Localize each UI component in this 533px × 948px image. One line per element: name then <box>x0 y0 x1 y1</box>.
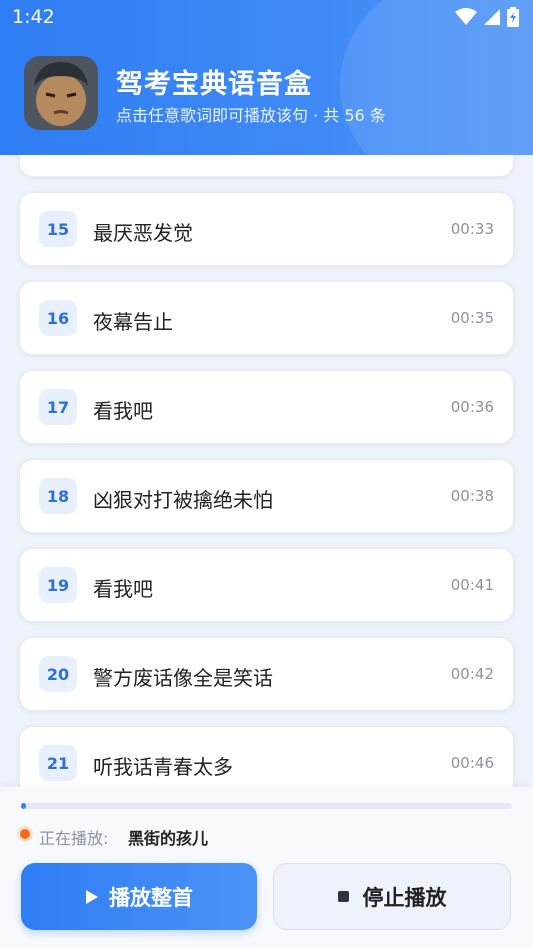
page-title: 驾考宝典语音盒 <box>116 69 312 100</box>
lyric-text: 夜幕告止 <box>93 310 173 334</box>
lyric-text: 最厌恶发觉 <box>93 221 193 245</box>
app-header: 1:42 驾考宝典语音盒 点击任意歌词即可播放该句 · 共 56 条 <box>0 0 533 155</box>
list-item[interactable]: 15 最厌恶发觉 00:33 <box>19 192 514 266</box>
timestamp: 00:36 <box>450 398 494 416</box>
status-icons <box>455 7 519 27</box>
list-item[interactable]: 19 看我吧 00:41 <box>19 548 514 622</box>
signal-icon <box>484 9 500 25</box>
timestamp: 00:33 <box>450 220 494 238</box>
list-item[interactable]: 16 夜幕告止 00:35 <box>19 281 514 355</box>
timestamp: 00:38 <box>450 487 494 505</box>
list-item[interactable]: 17 看我吧 00:36 <box>19 370 514 444</box>
line-number: 20 <box>39 656 77 692</box>
app-avatar <box>24 56 98 130</box>
lyric-text: 凶狠对打被擒绝未怕 <box>93 488 273 512</box>
line-number: 17 <box>39 389 77 425</box>
play-full-label: 播放整首 <box>109 885 193 910</box>
list-item[interactable]: 20 警方废话像全是笑话 00:42 <box>19 637 514 711</box>
lyric-text: 看我吧 <box>93 399 153 423</box>
timestamp: 00:46 <box>450 754 494 772</box>
stop-icon <box>337 891 349 902</box>
line-number: 16 <box>39 300 77 336</box>
play-full-button[interactable]: 播放整首 <box>21 863 257 930</box>
list-item[interactable]: 21 听我话青春太多 00:46 <box>19 726 514 787</box>
lyrics-list[interactable]: 15 最厌恶发觉 00:33 16 夜幕告止 00:35 17 看我吧 00:3… <box>0 155 533 787</box>
battery-icon <box>507 7 519 27</box>
stop-label: 停止播放 <box>362 885 447 910</box>
lyric-text: 看我吧 <box>93 577 153 601</box>
player-bar: 正在播放: 黑街的孩儿 播放整首 停止播放 <box>0 787 533 948</box>
play-icon <box>86 889 98 904</box>
progress-fill <box>21 803 26 809</box>
status-time: 1:42 <box>12 6 55 28</box>
stop-button[interactable]: 停止播放 <box>273 863 511 930</box>
now-playing-label: 正在播放: <box>39 829 109 848</box>
page-subtitle: 点击任意歌词即可播放该句 · 共 56 条 <box>116 106 386 125</box>
list-item[interactable] <box>19 155 514 177</box>
wifi-icon <box>455 8 477 25</box>
list-item[interactable]: 18 凶狠对打被擒绝未怕 00:38 <box>19 459 514 533</box>
lyric-text: 警方废话像全是笑话 <box>93 666 273 690</box>
now-playing-song: 黑街的孩儿 <box>128 829 209 848</box>
status-bar: 1:42 <box>0 0 533 36</box>
playing-indicator-icon <box>20 829 30 839</box>
line-number: 18 <box>39 478 77 514</box>
timestamp: 00:42 <box>450 665 494 683</box>
line-number: 15 <box>39 211 77 247</box>
lyric-text: 听我话青春太多 <box>93 755 233 779</box>
progress-bar[interactable] <box>21 803 512 809</box>
timestamp: 00:35 <box>450 309 494 327</box>
timestamp: 00:41 <box>450 576 494 594</box>
line-number: 21 <box>39 745 77 781</box>
line-number: 19 <box>39 567 77 603</box>
